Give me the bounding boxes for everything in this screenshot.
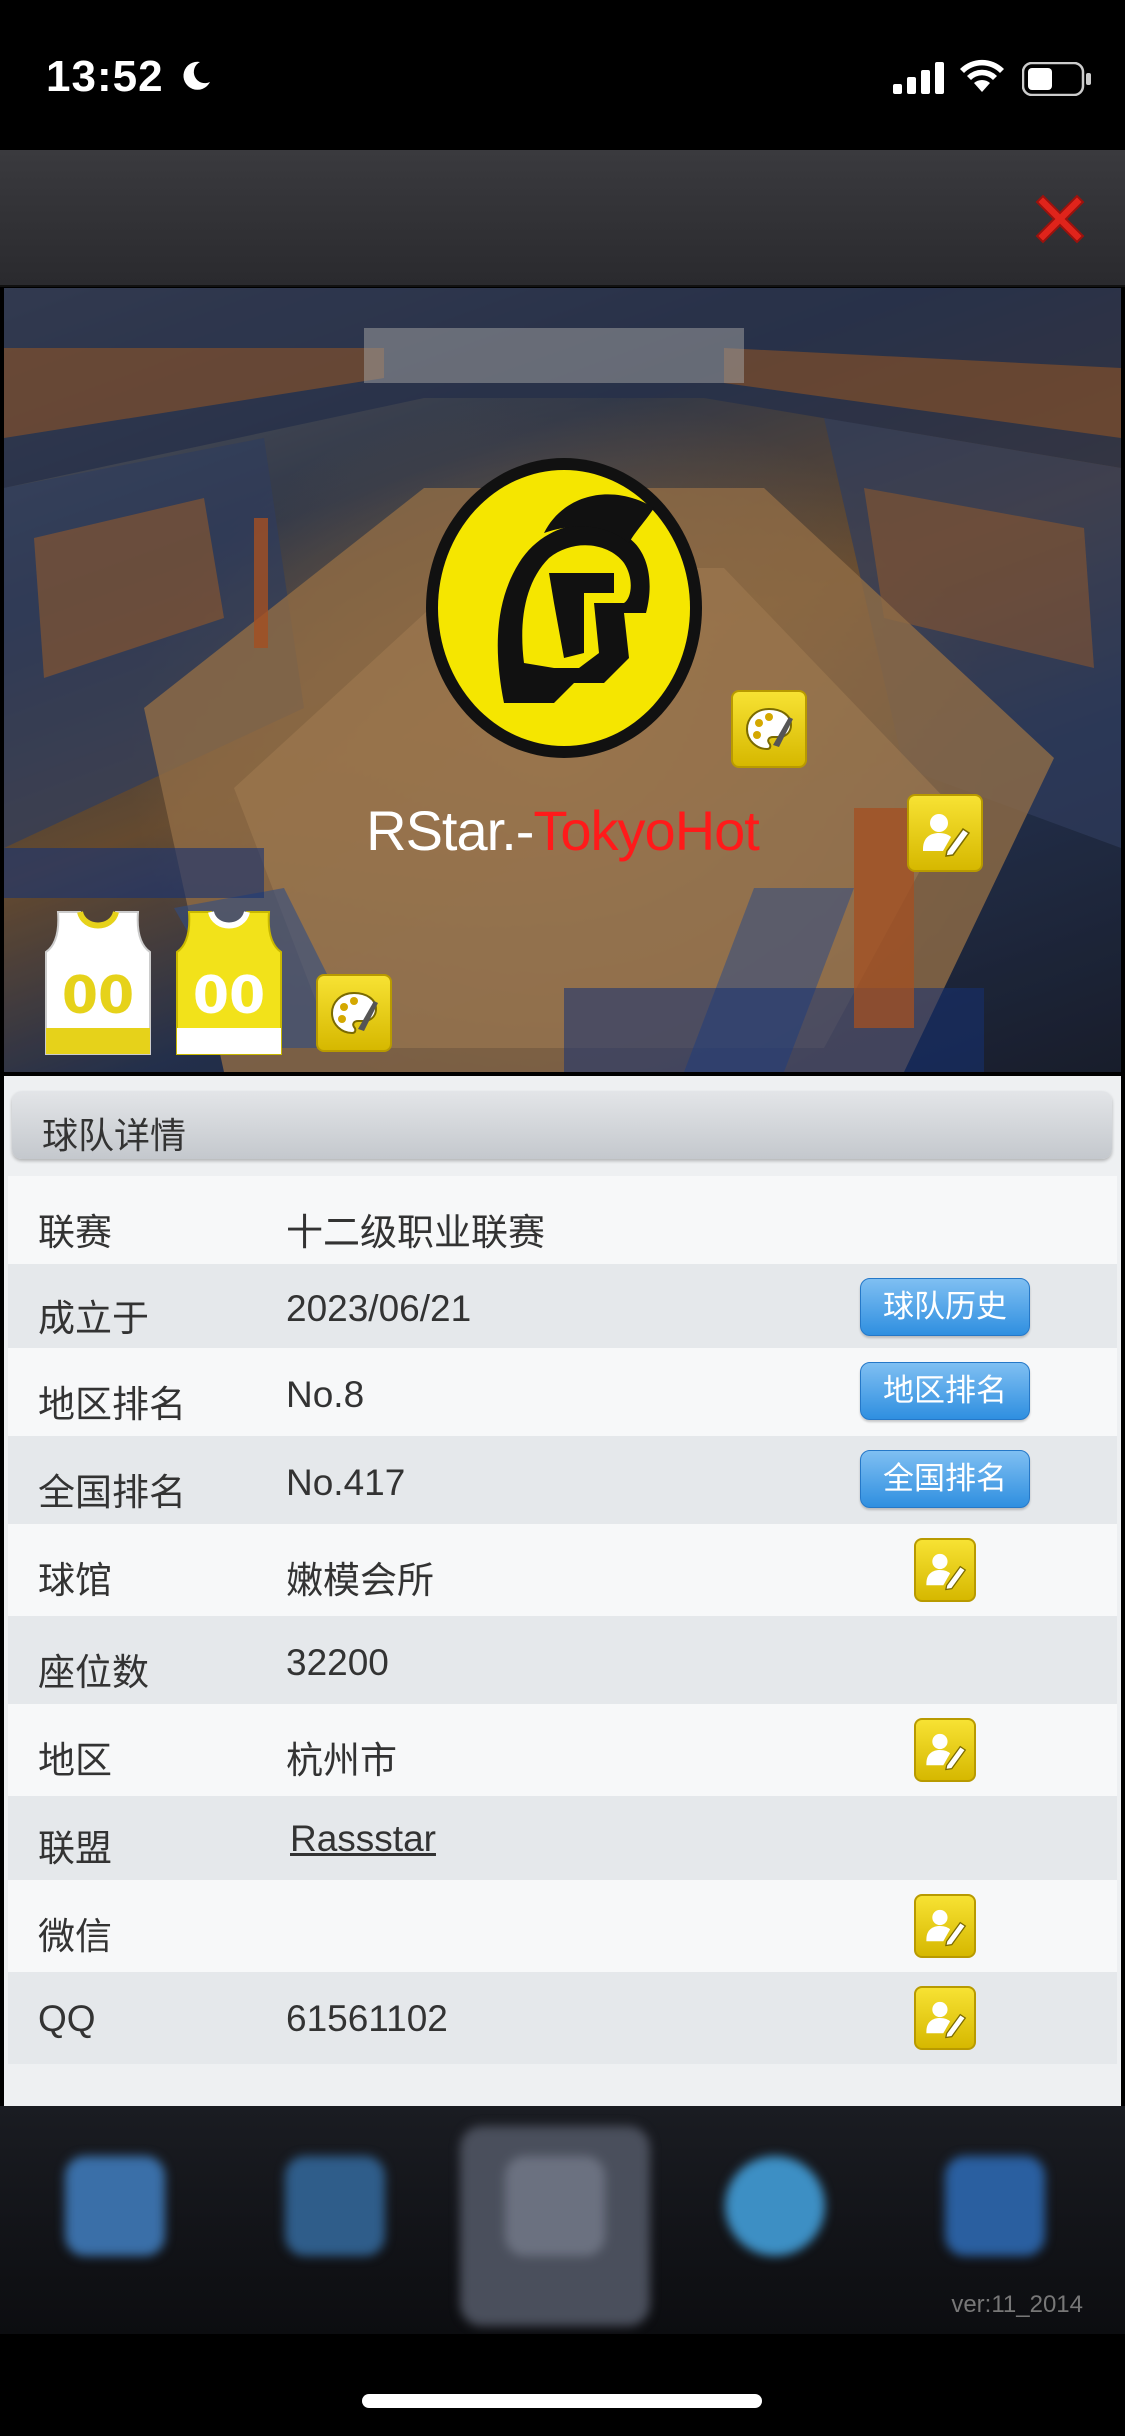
row-seats: 座位数 32200 bbox=[8, 1616, 1117, 1704]
team-name-main: TokyoHot bbox=[533, 799, 759, 862]
star-icon bbox=[65, 2156, 165, 2256]
row-value: 32200 bbox=[286, 1642, 389, 1683]
edit-qq-button[interactable] bbox=[914, 1986, 976, 2050]
away-jersey-number-wrap: 00 bbox=[175, 908, 283, 1056]
edit-jersey-button[interactable] bbox=[316, 974, 392, 1052]
edit-logo-button[interactable] bbox=[731, 690, 807, 768]
edit-user-icon bbox=[923, 814, 971, 857]
alliance-link[interactable]: Rassstar bbox=[290, 1818, 436, 1860]
team-details-panel: 球队详情 联赛 十二级职业联赛 成立于 2023/06/21 球队历史 地区排名… bbox=[4, 1076, 1121, 2106]
regional-rank-button[interactable]: 地区排名 bbox=[860, 1362, 1030, 1420]
edit-arena-button[interactable] bbox=[914, 1538, 976, 1602]
row-region: 地区 杭州市 bbox=[8, 1704, 1117, 1796]
row-founded: 成立于 2023/06/21 球队历史 bbox=[8, 1264, 1117, 1348]
status-bar: 13:52 bbox=[0, 0, 1125, 150]
row-label: QQ bbox=[38, 1998, 96, 2039]
row-alliance: 联盟 Rassstar bbox=[8, 1796, 1117, 1880]
palette-brush-icon bbox=[330, 991, 378, 1035]
row-regional-rank: 地区排名 No.8 地区排名 bbox=[8, 1348, 1117, 1436]
chat-icon bbox=[725, 2156, 825, 2256]
team-icon bbox=[505, 2156, 605, 2256]
dialog-header bbox=[0, 150, 1125, 287]
team-banner: RStar.-TokyoHot 00 00 bbox=[4, 288, 1121, 1072]
status-time: 13:52 bbox=[46, 52, 164, 101]
home-indicator[interactable] bbox=[362, 2394, 762, 2408]
chevron-down-icon bbox=[945, 2156, 1045, 2256]
national-rank-button[interactable]: 全国排名 bbox=[860, 1450, 1030, 1508]
edit-user-icon bbox=[926, 1733, 967, 1771]
team-details-header: 球队详情 bbox=[12, 1091, 1112, 1159]
edit-team-name-button[interactable] bbox=[907, 794, 983, 872]
row-label: 联盟 bbox=[38, 1828, 112, 1869]
wifi-icon bbox=[960, 59, 1004, 92]
row-wechat: 微信 bbox=[8, 1880, 1117, 1972]
team-name-prefix: RStar.- bbox=[366, 799, 534, 862]
team-logo bbox=[426, 458, 702, 758]
row-league: 联赛 十二级职业联赛 bbox=[8, 1176, 1117, 1264]
row-label: 成立于 bbox=[38, 1298, 149, 1339]
moon-icon bbox=[183, 61, 210, 90]
row-label: 联赛 bbox=[38, 1212, 112, 1253]
edit-wechat-button[interactable] bbox=[914, 1894, 976, 1958]
battery-icon bbox=[1022, 62, 1091, 96]
version-label: ver:11_2014 bbox=[951, 2291, 1083, 2318]
row-label: 全国排名 bbox=[38, 1472, 186, 1513]
row-label: 球馆 bbox=[38, 1560, 112, 1601]
away-jersey-number: 00 bbox=[192, 966, 266, 1026]
row-label: 地区 bbox=[38, 1740, 112, 1781]
bottom-nav: ver:11_2014 bbox=[0, 2106, 1125, 2334]
row-label: 座位数 bbox=[38, 1652, 149, 1693]
home-jersey-number: 00 bbox=[61, 966, 135, 1026]
palette-brush-icon bbox=[745, 707, 793, 751]
close-icon[interactable] bbox=[1029, 188, 1091, 250]
edit-user-icon bbox=[926, 1553, 967, 1591]
edit-region-button[interactable] bbox=[914, 1718, 976, 1782]
row-national-rank: 全国排名 No.417 全国排名 bbox=[8, 1436, 1117, 1524]
team-details-title: 球队详情 bbox=[42, 1115, 187, 1156]
row-value: No.417 bbox=[286, 1462, 406, 1503]
nav-item-currency[interactable] bbox=[240, 2126, 430, 2326]
row-value: 2023/06/21 bbox=[286, 1288, 472, 1329]
row-value: No.8 bbox=[286, 1374, 365, 1415]
row-value: 十二级职业联赛 bbox=[286, 1212, 545, 1253]
nav-item-team[interactable] bbox=[460, 2126, 650, 2326]
row-value: 61561102 bbox=[286, 1998, 448, 2039]
row-qq: QQ 61561102 bbox=[8, 1972, 1117, 2064]
row-label: 微信 bbox=[38, 1916, 112, 1957]
nav-item-star[interactable] bbox=[20, 2126, 210, 2326]
home-jersey-number-wrap: 00 bbox=[44, 908, 152, 1056]
row-arena: 球馆 嫩模会所 bbox=[8, 1524, 1117, 1616]
currency-icon bbox=[285, 2156, 385, 2256]
team-history-button[interactable]: 球队历史 bbox=[860, 1278, 1030, 1336]
row-label: 地区排名 bbox=[38, 1384, 186, 1425]
edit-user-icon bbox=[926, 2001, 967, 2039]
cellular-signal-icon bbox=[893, 62, 944, 94]
row-value: 嫩模会所 bbox=[286, 1560, 434, 1601]
edit-user-icon bbox=[926, 1909, 967, 1947]
nav-item-chat[interactable] bbox=[680, 2126, 870, 2326]
row-value: 杭州市 bbox=[286, 1740, 397, 1781]
